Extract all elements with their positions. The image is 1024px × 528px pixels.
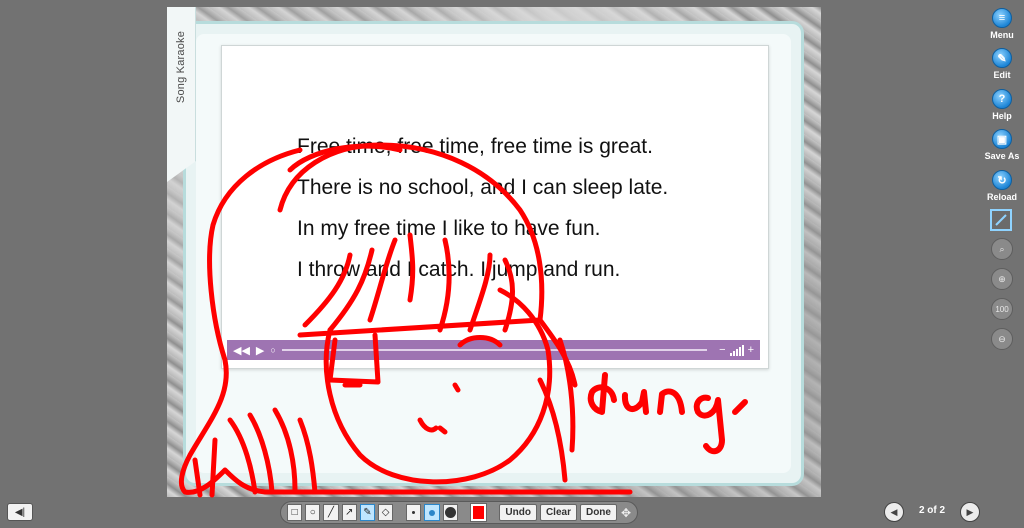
rectangle-tool[interactable]: □ bbox=[287, 504, 303, 521]
arrow-icon: ↗ bbox=[345, 507, 354, 518]
help-icon: ? bbox=[992, 89, 1012, 109]
edit-icon: ✎ bbox=[992, 48, 1012, 68]
drawing-hair-outline bbox=[178, 147, 633, 495]
line-icon: ╱ bbox=[327, 507, 335, 518]
eraser-icon: ◇ bbox=[381, 507, 390, 518]
edit-button[interactable]: ✎ Edit bbox=[978, 48, 1024, 80]
drawing-toolbar: □ ○ ╱ ↗ ✎ ◇ Undo Clear Done ✥ bbox=[280, 501, 638, 524]
page-indicator: 2 of 2 bbox=[918, 505, 946, 516]
chevron-right-icon: ▶ bbox=[966, 506, 974, 517]
edit-label: Edit bbox=[993, 70, 1011, 80]
pencil-icon: ✎ bbox=[363, 507, 372, 518]
brush-size-medium[interactable] bbox=[424, 504, 440, 521]
collapse-left-icon: ◀| bbox=[14, 506, 26, 518]
zoom-out-button[interactable]: ⊖ bbox=[991, 328, 1013, 350]
eraser-tool[interactable]: ◇ bbox=[378, 504, 394, 521]
reload-button[interactable]: ↻ Reload bbox=[978, 170, 1024, 202]
ellipse-tool[interactable]: ○ bbox=[305, 504, 321, 521]
freehand-drawing bbox=[178, 142, 748, 498]
reload-label: Reload bbox=[986, 192, 1017, 202]
pen-tool[interactable]: ✎ bbox=[359, 504, 376, 521]
done-button[interactable]: Done bbox=[579, 504, 617, 521]
reload-icon: ↻ bbox=[992, 170, 1012, 190]
zoom-in-icon: ⊕ bbox=[998, 273, 1006, 284]
arrow-tool[interactable]: ↗ bbox=[341, 504, 357, 521]
drawing-eyes bbox=[327, 332, 503, 393]
save-as-label: Save As bbox=[984, 151, 1020, 161]
pen-tool-toggle[interactable] bbox=[990, 209, 1012, 231]
menu-button[interactable]: ≡ Menu bbox=[978, 8, 1024, 40]
menu-label: Menu bbox=[990, 30, 1014, 40]
zoom-level: 100 bbox=[995, 304, 1009, 314]
rectangle-icon: □ bbox=[291, 507, 298, 518]
drawing-strands-left bbox=[192, 407, 318, 498]
pencil-icon bbox=[995, 214, 1007, 226]
zoom-in-button[interactable]: ⊕ bbox=[991, 268, 1013, 290]
drawing-mouth bbox=[417, 417, 448, 435]
previous-page-button[interactable]: ◀ bbox=[884, 502, 904, 522]
brush-size-small[interactable] bbox=[406, 504, 422, 521]
zoom-out-icon: ⊖ bbox=[998, 333, 1006, 344]
undo-button[interactable]: Undo bbox=[499, 504, 537, 521]
save-as-button[interactable]: ▣ Save As bbox=[978, 129, 1024, 161]
line-tool[interactable]: ╱ bbox=[323, 504, 339, 521]
move-handle-icon[interactable]: ✥ bbox=[621, 506, 631, 520]
drawing-bangs bbox=[297, 232, 543, 338]
chevron-left-icon: ◀ bbox=[890, 506, 898, 517]
help-label: Help bbox=[992, 111, 1012, 121]
zoom-fit-icon: ⌕ bbox=[999, 243, 1005, 254]
menu-icon: ≡ bbox=[992, 8, 1012, 28]
next-page-button[interactable]: ▶ bbox=[960, 502, 980, 522]
clear-button[interactable]: Clear bbox=[539, 504, 577, 521]
zoom-fit-button[interactable]: ⌕ bbox=[991, 238, 1013, 260]
save-icon: ▣ bbox=[992, 129, 1012, 149]
zoom-100-button[interactable]: 100 bbox=[991, 298, 1013, 320]
collapse-panel-button[interactable]: ◀| bbox=[7, 503, 33, 521]
brush-size-large[interactable] bbox=[442, 504, 458, 521]
drawing-handwritten-dung bbox=[587, 372, 748, 455]
color-picker[interactable] bbox=[469, 503, 488, 522]
help-button[interactable]: ? Help bbox=[978, 89, 1024, 121]
circle-icon: ○ bbox=[309, 507, 316, 518]
